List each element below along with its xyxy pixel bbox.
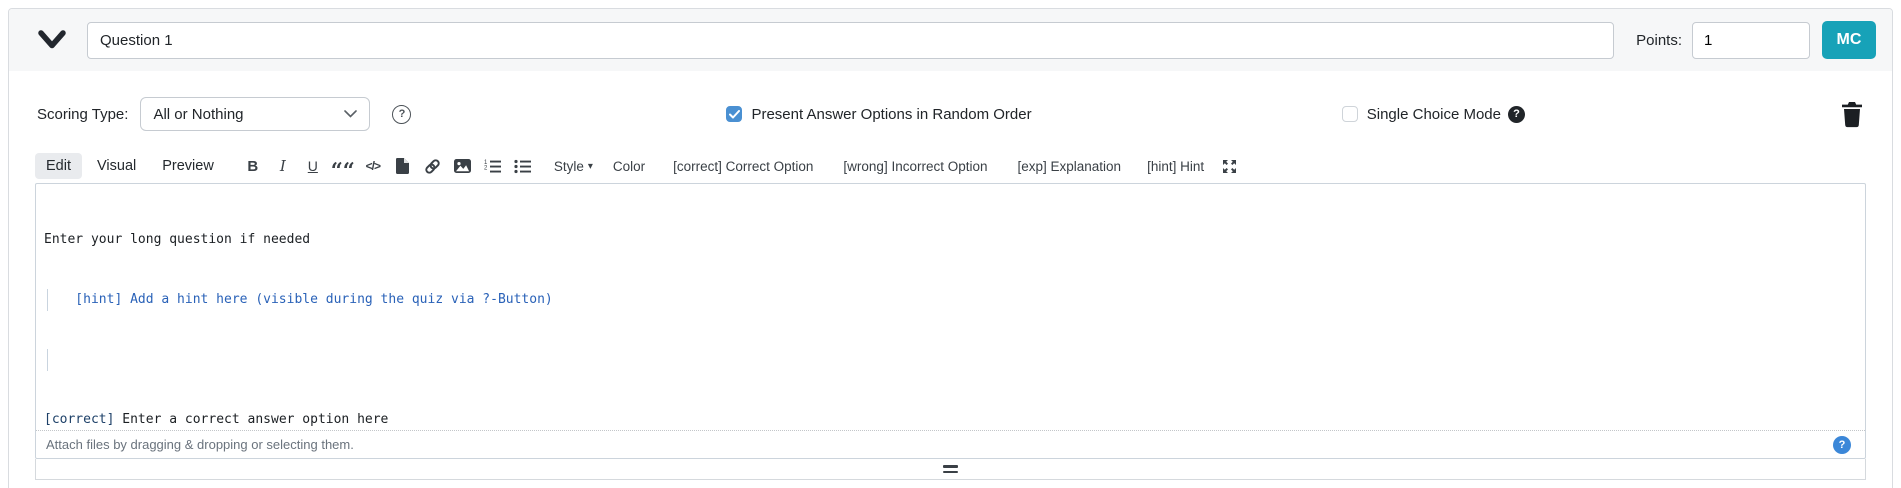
file-icon bbox=[396, 158, 409, 174]
trash-icon bbox=[1840, 101, 1864, 128]
scoring-type-help-icon[interactable]: ? bbox=[392, 105, 411, 124]
unordered-list-button[interactable] bbox=[509, 152, 537, 180]
underline-icon: U bbox=[308, 158, 318, 174]
explanation-button[interactable]: [exp] Explanation bbox=[1009, 152, 1131, 180]
attach-files-hint: Attach files by dragging & dropping or s… bbox=[46, 437, 1833, 452]
editor-line bbox=[44, 350, 1857, 370]
question-title-input[interactable] bbox=[87, 22, 1614, 59]
editor-resize-bar[interactable] bbox=[35, 459, 1866, 480]
single-choice-label: Single Choice Mode bbox=[1367, 106, 1501, 123]
quote-button[interactable]: ““ bbox=[329, 152, 357, 180]
random-order-group: Present Answer Options in Random Order bbox=[726, 106, 1031, 123]
image-icon bbox=[454, 159, 471, 173]
caret-down-icon: ▾ bbox=[588, 161, 593, 172]
bold-button[interactable]: B bbox=[239, 152, 267, 180]
question-text-area[interactable]: Enter your long question if needed [hint… bbox=[36, 184, 1865, 430]
editor-toolbar: Edit Visual Preview B I U ““ </> bbox=[35, 151, 1866, 181]
color-button[interactable]: Color bbox=[604, 152, 654, 180]
style-label: Style bbox=[554, 159, 584, 174]
question-settings-row: Scoring Type: All or Nothing ? Present A… bbox=[9, 97, 1892, 131]
tab-preview[interactable]: Preview bbox=[151, 153, 225, 179]
editor-help-icon[interactable]: ? bbox=[1833, 436, 1851, 454]
attach-files-footer: Attach files by dragging & dropping or s… bbox=[36, 430, 1865, 458]
svg-text:2: 2 bbox=[484, 165, 488, 171]
editor-box: Enter your long question if needed [hint… bbox=[35, 183, 1866, 459]
scoring-type-value: All or Nothing bbox=[153, 106, 243, 123]
insert-image-button[interactable] bbox=[449, 152, 477, 180]
fullscreen-button[interactable] bbox=[1215, 152, 1243, 180]
italic-icon: I bbox=[280, 157, 286, 175]
incorrect-option-button[interactable]: [wrong] Incorrect Option bbox=[834, 152, 996, 180]
unordered-list-icon bbox=[514, 159, 531, 174]
scoring-type-select[interactable]: All or Nothing bbox=[140, 97, 370, 131]
editor-line: [correct] Enter a correct answer option … bbox=[44, 410, 1857, 430]
scoring-type-group: Scoring Type: All or Nothing ? bbox=[37, 97, 411, 131]
attach-file-button[interactable] bbox=[389, 152, 417, 180]
random-order-label: Present Answer Options in Random Order bbox=[751, 106, 1031, 123]
delete-question-button[interactable] bbox=[1840, 101, 1864, 128]
code-icon: </> bbox=[366, 159, 380, 173]
fullscreen-icon bbox=[1223, 160, 1236, 173]
style-dropdown-button[interactable]: Style ▾ bbox=[545, 152, 602, 180]
single-choice-checkbox[interactable] bbox=[1342, 106, 1358, 122]
chevron-down-icon bbox=[37, 29, 67, 51]
link-button[interactable] bbox=[419, 152, 447, 180]
tab-visual[interactable]: Visual bbox=[86, 153, 147, 179]
select-chevron-icon bbox=[344, 110, 357, 118]
bold-icon: B bbox=[247, 158, 258, 175]
single-choice-help-icon[interactable]: ? bbox=[1508, 106, 1525, 123]
code-button[interactable]: </> bbox=[359, 152, 387, 180]
link-icon bbox=[424, 158, 441, 175]
question-header: Points: MC bbox=[9, 9, 1892, 71]
italic-button[interactable]: I bbox=[269, 152, 297, 180]
underline-button[interactable]: U bbox=[299, 152, 327, 180]
ordered-list-icon: 1 2 bbox=[484, 159, 501, 174]
check-icon bbox=[729, 110, 740, 119]
single-choice-group: Single Choice Mode ? bbox=[1342, 106, 1525, 123]
scoring-type-label: Scoring Type: bbox=[37, 106, 128, 123]
editor-line: [hint] Add a hint here (visible during t… bbox=[44, 290, 1857, 310]
ordered-list-button[interactable]: 1 2 bbox=[479, 152, 507, 180]
points-input[interactable] bbox=[1692, 22, 1810, 59]
points-label: Points: bbox=[1636, 32, 1682, 49]
correct-option-button[interactable]: [correct] Correct Option bbox=[664, 152, 822, 180]
question-type-badge: MC bbox=[1822, 21, 1876, 59]
random-order-checkbox[interactable] bbox=[726, 106, 742, 122]
question-editor-card: Points: MC Scoring Type: All or Nothing … bbox=[8, 8, 1893, 488]
collapse-question-button[interactable] bbox=[35, 27, 69, 53]
resize-handle-icon[interactable] bbox=[943, 465, 958, 473]
tab-edit[interactable]: Edit bbox=[35, 153, 82, 179]
hint-button[interactable]: [hint] Hint bbox=[1138, 152, 1213, 180]
markdown-editor: Enter your long question if needed [hint… bbox=[35, 183, 1866, 480]
quote-icon: ““ bbox=[331, 157, 355, 176]
editor-line: Enter your long question if needed bbox=[44, 230, 1857, 250]
